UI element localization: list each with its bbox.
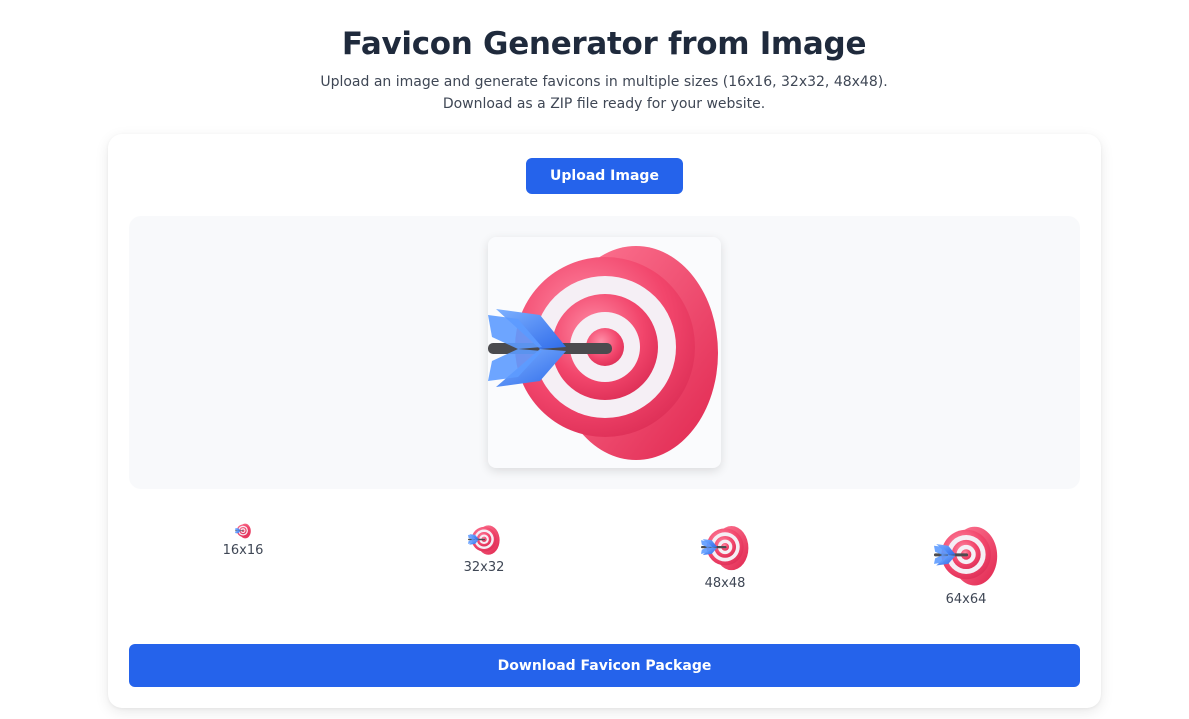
uploaded-image-preview xyxy=(488,237,721,468)
subtitle-line-2: Download as a ZIP file ready for your we… xyxy=(442,96,766,112)
target-icon xyxy=(934,524,998,588)
target-icon xyxy=(468,524,500,556)
size-label: 48x48 xyxy=(704,576,746,591)
target-icon xyxy=(701,524,749,572)
favicon-preview-64: 64x64 xyxy=(926,524,1006,607)
size-label: 16x16 xyxy=(222,543,264,558)
upload-image-button[interactable]: Upload Image xyxy=(526,158,683,194)
favicon-preview-48: 48x48 xyxy=(685,524,765,591)
target-icon xyxy=(235,523,251,539)
target-dartboard-arrow-icon xyxy=(488,237,721,468)
size-label: 64x64 xyxy=(945,592,987,607)
page-title: Favicon Generator from Image xyxy=(341,26,867,62)
subtitle-line-1: Upload an image and generate favicons in… xyxy=(320,74,888,90)
size-label: 32x32 xyxy=(463,560,505,575)
favicon-preview-32: 32x32 xyxy=(444,524,524,575)
generator-card: Upload Image 16x16 32x32 48x48 64x64 Dow… xyxy=(108,134,1101,708)
download-favicon-package-button[interactable]: Download Favicon Package xyxy=(129,644,1080,687)
image-preview-area xyxy=(129,216,1080,489)
favicon-preview-16: 16x16 xyxy=(203,523,283,558)
